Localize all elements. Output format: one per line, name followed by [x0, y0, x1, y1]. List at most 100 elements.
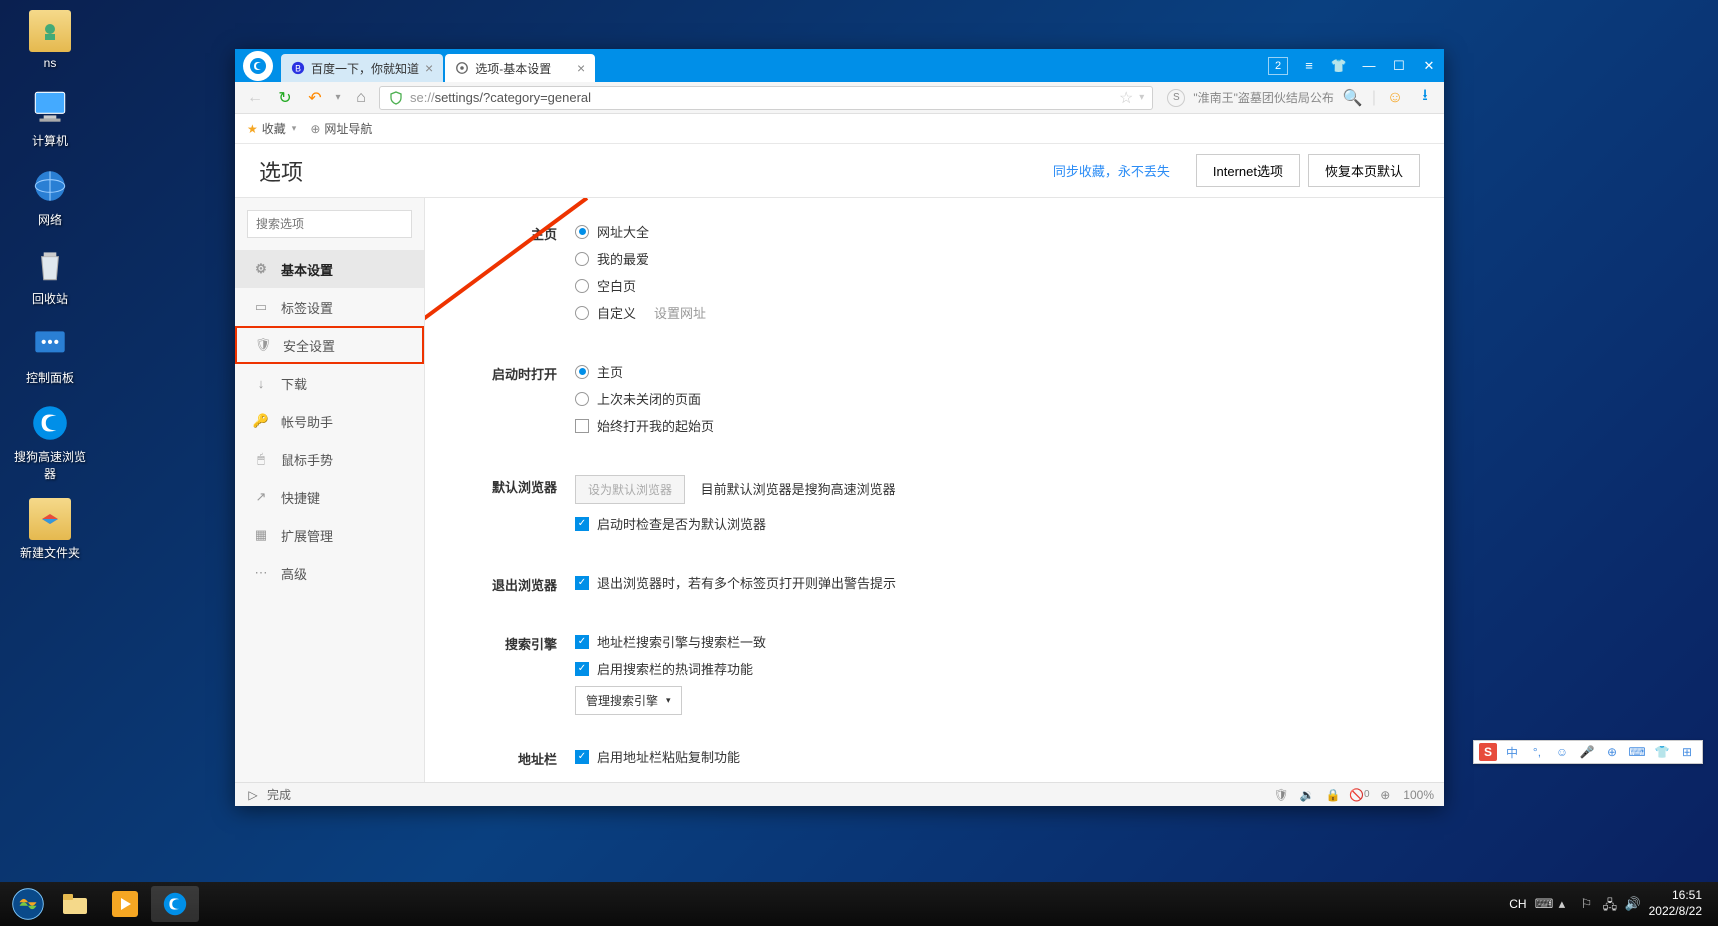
- url-text: se://settings/?category=general: [410, 90, 1119, 105]
- radio-startup-home[interactable]: 主页: [575, 362, 1404, 381]
- tab-close-icon[interactable]: ×: [425, 60, 433, 76]
- sidebar-item-mouse[interactable]: 🖱 鼠标手势: [235, 440, 424, 478]
- taskbar-clock[interactable]: 16:51 2022/8/22: [1649, 888, 1702, 919]
- search-icon[interactable]: 🔍: [1342, 87, 1364, 109]
- desktop-icon-control-panel[interactable]: 控制面板: [10, 323, 90, 386]
- zoom-value: 100%: [1403, 788, 1434, 802]
- dots-icon: ⋯: [253, 565, 269, 581]
- desktop-icon-ns[interactable]: ns: [10, 10, 90, 70]
- manage-search-button[interactable]: 管理搜索引擎▾: [575, 686, 682, 715]
- home-button[interactable]: ⌂: [349, 86, 373, 110]
- star-icon: ★: [247, 122, 258, 136]
- maximize-button[interactable]: ☐: [1384, 51, 1414, 81]
- check-default-startup[interactable]: 启动时检查是否为默认浏览器: [575, 514, 1404, 533]
- tray-lang[interactable]: CH: [1509, 897, 1526, 911]
- check-search-same[interactable]: 地址栏搜索引擎与搜索栏一致: [575, 632, 1404, 651]
- sidebar-item-tabs[interactable]: ▭ 标签设置: [235, 288, 424, 326]
- desktop-icon-recycle[interactable]: 回收站: [10, 244, 90, 307]
- key-icon: 🔑: [253, 413, 269, 429]
- tray-flag-icon[interactable]: ⚐: [1581, 896, 1597, 912]
- check-paste-copy[interactable]: 启用地址栏粘贴复制功能: [575, 747, 1404, 766]
- star-icon[interactable]: ☆: [1119, 88, 1133, 108]
- sidebar-item-basic[interactable]: ⚙ 基本设置: [235, 250, 424, 288]
- download-icon[interactable]: ⭳: [1414, 87, 1436, 109]
- section-label-search: 搜索引擎: [465, 632, 575, 715]
- sidebar-item-extensions[interactable]: ▦ 扩展管理: [235, 516, 424, 554]
- tray-keyboard-icon[interactable]: ⌨: [1535, 896, 1551, 912]
- skin-icon[interactable]: 👕: [1324, 51, 1354, 81]
- ime-logo-icon[interactable]: S: [1479, 743, 1497, 761]
- check-search-hot[interactable]: 启用搜索栏的热词推荐功能: [575, 659, 1404, 678]
- url-input[interactable]: se://settings/?category=general ☆ ▾: [379, 86, 1153, 110]
- sound-icon[interactable]: 🔉: [1299, 787, 1315, 803]
- set-url-link[interactable]: 设置网址: [654, 303, 706, 322]
- status-done: 完成: [267, 786, 291, 803]
- sidebar-toggle-icon[interactable]: ▷: [245, 787, 261, 803]
- taskbar-media-player[interactable]: [101, 886, 149, 922]
- ime-punct[interactable]: °,: [1527, 745, 1547, 759]
- lock-icon[interactable]: 🔒: [1325, 787, 1341, 803]
- undo-button[interactable]: ↶: [303, 86, 327, 110]
- feedback-icon[interactable]: ☺: [1384, 87, 1406, 109]
- search-input[interactable]: [247, 210, 412, 238]
- radio-homepage-nav[interactable]: 网址大全: [575, 222, 1404, 241]
- refresh-button[interactable]: ↻: [273, 86, 297, 110]
- dropdown-icon[interactable]: ▾: [333, 86, 343, 110]
- radio-homepage-blank[interactable]: 空白页: [575, 276, 1404, 295]
- ime-toolbar[interactable]: S 中 °, ☺ 🎤 ⊕ ⌨ 👕 ⊞: [1473, 740, 1703, 764]
- desktop-icon-computer[interactable]: 计算机: [10, 86, 90, 149]
- ime-skin-icon[interactable]: 👕: [1652, 745, 1672, 759]
- sidebar-item-download[interactable]: ↓ 下载: [235, 364, 424, 402]
- sidebar-item-shortcut[interactable]: ↗ 快捷键: [235, 478, 424, 516]
- ime-voice[interactable]: 🎤: [1577, 745, 1597, 759]
- back-button[interactable]: ←: [243, 86, 267, 110]
- favorites-button[interactable]: ★ 收藏 ▾: [247, 120, 296, 137]
- sidebar-item-advanced[interactable]: ⋯ 高级: [235, 554, 424, 592]
- grid-icon: ▦: [253, 527, 269, 543]
- tab-baidu[interactable]: B 百度一下，你就知道 ×: [281, 54, 443, 82]
- tab-close-icon[interactable]: ×: [577, 60, 585, 76]
- browser-window: B 百度一下，你就知道 × 选项-基本设置 × 2 ≡ 👕 — ☐ ✕ ← ↻ …: [235, 49, 1444, 806]
- taskbar-explorer[interactable]: [51, 886, 99, 922]
- tray-volume-icon[interactable]: 🔊: [1625, 896, 1641, 912]
- tabs: B 百度一下，你就知道 × 选项-基本设置 ×: [281, 49, 597, 82]
- ime-menu-icon[interactable]: ⊞: [1677, 745, 1697, 759]
- default-browser-info: 目前默认浏览器是搜狗高速浏览器: [701, 482, 896, 497]
- close-button[interactable]: ✕: [1414, 51, 1444, 81]
- tray-network-icon[interactable]: 🖧: [1603, 896, 1619, 912]
- status-bar: ▷ 完成 🛡 🔉 🔒 🚫0 ⊕ 100%: [235, 782, 1444, 806]
- desktop-icon-network[interactable]: 网络: [10, 165, 90, 228]
- ime-lang[interactable]: 中: [1502, 744, 1522, 761]
- sidebar-item-account[interactable]: 🔑 帐号助手: [235, 402, 424, 440]
- section-label-default-browser: 默认浏览器: [465, 475, 575, 541]
- account-icon[interactable]: 2: [1268, 57, 1288, 75]
- check-startup-always[interactable]: 始终打开我的起始页: [575, 416, 1404, 435]
- sync-link[interactable]: 同步收藏，永不丢失: [1053, 161, 1170, 180]
- nav-link[interactable]: ⊕ 网址导航: [310, 120, 372, 137]
- desktop-icon-sogou-browser[interactable]: 搜狗高速浏览器: [10, 402, 90, 482]
- ime-keyboard-icon[interactable]: ⌨: [1627, 745, 1647, 759]
- ime-tool[interactable]: ⊕: [1602, 745, 1622, 759]
- ime-emoji[interactable]: ☺: [1552, 745, 1572, 759]
- restore-defaults-button[interactable]: 恢复本页默认: [1308, 154, 1420, 187]
- zoom-icon[interactable]: ⊕: [1377, 787, 1393, 803]
- hot-search-text[interactable]: "淮南王"盗墓团伙结局公布: [1193, 89, 1334, 106]
- radio-startup-last[interactable]: 上次未关闭的页面: [575, 389, 1404, 408]
- chevron-down-icon[interactable]: ▾: [1139, 92, 1144, 103]
- desktop-icon-new-folder[interactable]: 新建文件夹: [10, 498, 90, 561]
- sogou-search-icon[interactable]: S: [1167, 89, 1185, 107]
- minimize-button[interactable]: —: [1354, 51, 1384, 81]
- start-button[interactable]: [6, 882, 50, 926]
- radio-homepage-fav[interactable]: 我的最爱: [575, 249, 1404, 268]
- tab-settings[interactable]: 选项-基本设置 ×: [445, 54, 595, 82]
- taskbar-sogou-browser[interactable]: [151, 886, 199, 922]
- radio-homepage-custom[interactable]: 自定义设置网址: [575, 303, 1404, 322]
- check-exit-warn[interactable]: 退出浏览器时，若有多个标签页打开则弹出警告提示: [575, 573, 1404, 592]
- ad-block-icon[interactable]: 🚫0: [1351, 787, 1367, 803]
- tray-up-icon[interactable]: ▴: [1559, 896, 1575, 912]
- internet-options-button[interactable]: Internet选项: [1196, 154, 1300, 187]
- menu-icon[interactable]: ≡: [1294, 51, 1324, 81]
- section-label-addressbar: 地址栏: [465, 747, 575, 774]
- shield-icon[interactable]: 🛡: [1273, 787, 1289, 803]
- sidebar-item-security[interactable]: 🛡 安全设置: [235, 326, 424, 364]
